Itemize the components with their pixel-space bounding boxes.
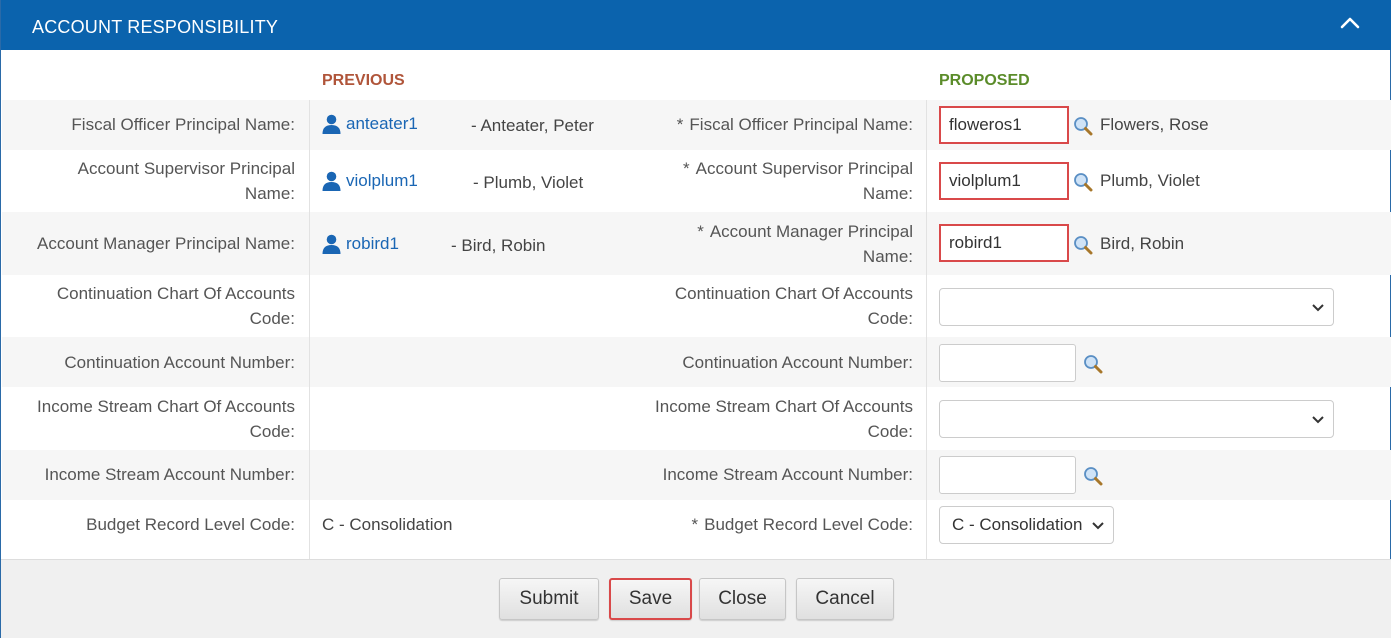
- submit-button[interactable]: Submit: [499, 578, 599, 620]
- account-manager-label-proposed: * Account Manager Principal Name:: [623, 219, 913, 269]
- fiscal-officer-input-value: floweros1: [949, 115, 1022, 134]
- close-button[interactable]: Close: [699, 578, 786, 620]
- account-manager-previous-user-link[interactable]: robird1: [322, 234, 399, 254]
- continuation-chart-label-proposed: Continuation Chart Of Accounts Code:: [623, 281, 913, 331]
- account-supervisor-proposed-name: Plumb, Violet: [1100, 171, 1200, 190]
- account-supervisor-label-previous: Account Supervisor Principal Name:: [5, 156, 295, 206]
- account-supervisor-previous-name: - Plumb, Violet: [473, 173, 584, 192]
- chevron-down-icon: [1092, 522, 1104, 530]
- account-manager-label-text: Account Manager Principal: [709, 222, 913, 241]
- continuation-chart-label-line2: Code:: [249, 309, 295, 328]
- action-footer: [1, 559, 1391, 638]
- chevron-up-icon[interactable]: [1338, 12, 1362, 34]
- budget-record-level-previous-value: C - Consolidation: [322, 515, 453, 534]
- account-supervisor-label-text: Account Supervisor Principal: [695, 159, 913, 178]
- section-title: ACCOUNT RESPONSIBILITY: [32, 17, 279, 37]
- income-stream-chart-label-previous: Income Stream Chart Of Accounts Code:: [5, 394, 295, 444]
- account-supervisor-label-line2: Name:: [244, 184, 295, 203]
- continuation-account-input[interactable]: [939, 344, 1076, 382]
- required-marker: *: [691, 515, 699, 534]
- income-stream-account-label-previous: Income Stream Account Number:: [44, 465, 295, 484]
- budget-record-level-select[interactable]: C - Consolidation: [939, 506, 1114, 544]
- account-manager-previous-user[interactable]: robird1: [346, 234, 399, 254]
- income-stream-chart-label-line1: Income Stream Chart Of Accounts: [37, 397, 295, 416]
- search-icon[interactable]: [1073, 235, 1093, 255]
- search-icon[interactable]: [1073, 172, 1093, 192]
- fiscal-officer-label-proposed: * Fiscal Officer Principal Name:: [623, 112, 913, 137]
- continuation-chart-label-line1: Continuation Chart Of Accounts: [56, 284, 295, 303]
- continuation-chart-label-text: Continuation Chart Of Accounts: [674, 284, 913, 303]
- fiscal-officer-label-text: Fiscal Officer Principal Name:: [689, 115, 913, 134]
- required-marker: *: [676, 115, 684, 134]
- budget-record-level-label-text: Budget Record Level Code:: [704, 515, 913, 534]
- account-supervisor-label-proposed: * Account Supervisor Principal Name:: [623, 156, 913, 206]
- income-stream-chart-select[interactable]: [939, 400, 1334, 438]
- fiscal-officer-proposed-name: Flowers, Rose: [1100, 115, 1209, 134]
- person-icon: [322, 171, 341, 191]
- budget-record-level-label-previous: Budget Record Level Code:: [86, 515, 295, 534]
- continuation-chart-select[interactable]: [939, 288, 1334, 326]
- account-manager-label-previous: Account Manager Principal Name:: [37, 234, 295, 253]
- continuation-chart-label-text-line2: Code:: [867, 309, 913, 328]
- fiscal-officer-label-previous: Fiscal Officer Principal Name:: [71, 115, 295, 134]
- required-marker: *: [683, 159, 690, 178]
- continuation-account-label-previous: Continuation Account Number:: [64, 353, 295, 372]
- budget-record-level-selected: C - Consolidation: [952, 515, 1083, 534]
- account-supervisor-input[interactable]: violplum1: [939, 162, 1069, 200]
- chevron-down-icon: [1312, 304, 1324, 312]
- income-stream-account-input[interactable]: [939, 456, 1076, 494]
- account-supervisor-input-value: violplum1: [949, 171, 1021, 190]
- continuation-account-label-proposed: Continuation Account Number:: [682, 353, 913, 372]
- account-responsibility-panel: ACCOUNT RESPONSIBILITY PREVIOUS PROPOSED…: [0, 0, 1391, 638]
- fiscal-officer-previous-name: - Anteater, Peter: [471, 116, 594, 135]
- income-stream-chart-label-line2: Code:: [249, 422, 295, 441]
- income-stream-chart-label-proposed: Income Stream Chart Of Accounts Code:: [623, 394, 913, 444]
- account-manager-input-value: robird1: [949, 233, 1002, 252]
- search-icon[interactable]: [1083, 354, 1103, 374]
- column-divider-left: [309, 100, 310, 560]
- account-supervisor-label-line1: Account Supervisor Principal: [77, 159, 295, 178]
- account-manager-input[interactable]: robird1: [939, 224, 1069, 262]
- fiscal-officer-previous-user-link[interactable]: anteater1: [322, 114, 418, 134]
- cancel-button[interactable]: Cancel: [796, 578, 894, 620]
- fiscal-officer-previous-user[interactable]: anteater1: [346, 114, 418, 134]
- account-supervisor-previous-user-link[interactable]: violplum1: [322, 171, 418, 191]
- required-marker: *: [697, 222, 704, 241]
- budget-record-level-label-proposed: * Budget Record Level Code:: [623, 512, 913, 537]
- income-stream-chart-label-text: Income Stream Chart Of Accounts: [655, 397, 913, 416]
- person-icon: [322, 234, 341, 254]
- income-stream-chart-label-text-line2: Code:: [867, 422, 913, 441]
- fiscal-officer-input[interactable]: floweros1: [939, 106, 1069, 144]
- column-divider-right: [926, 100, 927, 560]
- account-manager-label-text-line2: Name:: [862, 247, 913, 266]
- income-stream-account-label-proposed: Income Stream Account Number:: [662, 465, 913, 484]
- save-button[interactable]: Save: [609, 578, 692, 620]
- search-icon[interactable]: [1083, 466, 1103, 486]
- search-icon[interactable]: [1073, 116, 1093, 136]
- person-icon: [322, 114, 341, 134]
- previous-column-heading: PREVIOUS: [322, 72, 405, 89]
- chevron-down-icon: [1312, 416, 1324, 424]
- section-header[interactable]: ACCOUNT RESPONSIBILITY: [1, 0, 1391, 50]
- account-manager-previous-name: - Bird, Robin: [451, 236, 546, 255]
- continuation-chart-label-previous: Continuation Chart Of Accounts Code:: [5, 281, 295, 331]
- account-supervisor-previous-user[interactable]: violplum1: [346, 171, 418, 191]
- account-supervisor-label-text-line2: Name:: [862, 184, 913, 203]
- proposed-column-heading: PROPOSED: [939, 72, 1030, 89]
- account-manager-proposed-name: Bird, Robin: [1100, 234, 1185, 253]
